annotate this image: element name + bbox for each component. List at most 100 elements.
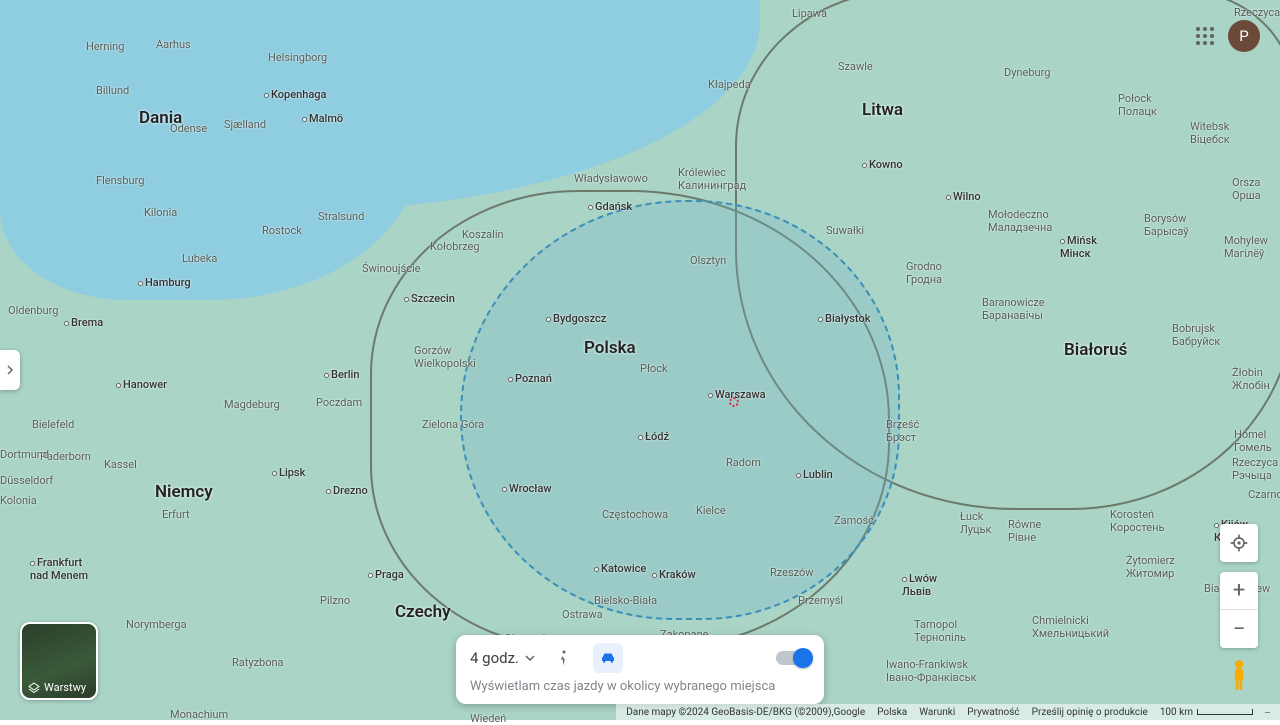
city-label: Rostock — [262, 224, 302, 237]
isochrone-area — [460, 200, 900, 620]
mode-walk-button[interactable] — [549, 643, 579, 673]
city-label: Szawle — [838, 60, 873, 73]
city-label: Sjælland — [224, 118, 266, 131]
country-label: Polska — [584, 338, 636, 358]
city-label: Odense — [170, 122, 207, 135]
city-label: Drezno — [326, 484, 368, 497]
city-label: Lublin — [796, 468, 833, 481]
city-label: Łuck Луцьк — [960, 510, 991, 536]
city-label: Rzeczyca Рэчыца — [1232, 456, 1278, 482]
chevron-right-icon — [5, 365, 15, 375]
city-label: Dortmund — [0, 448, 49, 461]
zoom-out-button[interactable]: − — [1220, 610, 1258, 648]
chevron-down-icon — [525, 655, 535, 661]
zoom-in-button[interactable]: + — [1220, 572, 1258, 610]
city-label: Stralsund — [318, 210, 364, 223]
city-label: Brema — [64, 316, 103, 329]
city-label: Helsingborg — [268, 51, 327, 64]
city-label: Rzeszów — [770, 566, 814, 579]
footer-feedback-link[interactable]: Prześlij opinię o produkcie — [1032, 707, 1148, 718]
city-label: Białystok — [818, 312, 870, 325]
city-label: Ratyzbona — [232, 656, 284, 669]
city-label: Baranowicze Баранавічы — [982, 296, 1045, 322]
city-label: Pilzno — [320, 594, 350, 607]
city-label: Frankfurt nad Menem — [30, 556, 88, 582]
city-label: Orsza Орша — [1232, 176, 1261, 202]
city-label: Lipawa — [792, 7, 827, 20]
country-label: Litwa — [862, 100, 903, 120]
city-label: Rzeczyca — [1234, 6, 1280, 19]
travel-time-toggle[interactable] — [776, 651, 810, 665]
city-label: Kielce — [696, 504, 726, 517]
city-label: Witebsk Віцебск — [1190, 120, 1230, 146]
city-label: Praga — [368, 568, 404, 581]
city-label: Zamość — [834, 514, 874, 527]
city-label: Tarnopol Тернопіль — [914, 618, 966, 644]
expand-side-panel-button[interactable] — [0, 350, 20, 390]
country-label: Czechy — [395, 602, 451, 622]
city-label: Lubeka — [182, 252, 217, 265]
city-label: Kilonia — [144, 206, 177, 219]
walk-icon — [555, 649, 573, 667]
city-label: Świnoujście — [362, 262, 420, 275]
city-label: Radom — [726, 456, 761, 469]
city-label: Monachium — [170, 708, 228, 721]
city-label: Lwów Львів — [902, 572, 937, 598]
city-label: Lipsk — [272, 466, 305, 479]
city-label: Suwałki — [826, 224, 864, 237]
layers-icon — [28, 682, 40, 694]
country-label: Niemcy — [155, 482, 213, 502]
city-label: Mołodeczno Маладзечна — [988, 208, 1052, 234]
city-label: Hanower — [116, 378, 167, 391]
city-label: Warszawa — [708, 388, 766, 401]
city-label: Norymberga — [126, 618, 187, 631]
car-icon — [599, 649, 617, 667]
city-label: Połock Полацк — [1118, 92, 1157, 118]
country-label: Białoruś — [1064, 340, 1127, 360]
city-label: Billund — [96, 84, 129, 97]
travel-time-card: 4 godz. Wyświetlam czas jazdy w okolicy … — [456, 635, 824, 704]
city-label: Poznań — [508, 372, 552, 385]
footer-privacy-link[interactable]: Prywatność — [967, 707, 1019, 718]
city-label: Ostrawa — [562, 608, 603, 621]
my-location-button[interactable] — [1220, 524, 1258, 562]
city-label: Iwano-Frankiwsk Івано-Франківськ — [886, 658, 977, 684]
city-label: Aarhus — [156, 38, 191, 51]
crosshair-icon — [1229, 533, 1249, 553]
city-label: Brześć Брэст — [886, 418, 919, 444]
map-canvas[interactable]: // placeholder; actual rendering below D… — [0, 0, 1280, 720]
city-label: Łódź — [638, 430, 669, 443]
city-label: Władysławowo — [574, 172, 648, 185]
city-label: Szczecin — [404, 292, 455, 305]
city-label: Magdeburg — [224, 398, 280, 411]
map-footer: Dane mapy ©2024 GeoBasis-DE/BKG (©2009),… — [616, 704, 1280, 720]
city-label: Bielsko-Biała — [594, 594, 657, 607]
city-label: Düsseldorf — [0, 474, 53, 487]
city-label: Wiedeń — [470, 712, 506, 725]
city-label: Malmö — [302, 112, 343, 125]
footer-country[interactable]: Polska — [877, 707, 907, 718]
footer-terms-link[interactable]: Warunki — [919, 707, 955, 718]
city-label: Kowno — [862, 158, 903, 171]
city-label: Kassel — [104, 458, 137, 471]
city-label: Kraków — [652, 568, 696, 581]
account-avatar[interactable]: P — [1228, 20, 1260, 52]
city-label: Kolonia — [0, 494, 37, 507]
city-label: Dyneburg — [1004, 66, 1050, 79]
pegman-icon[interactable] — [1225, 658, 1253, 692]
city-label: Zielona Góra — [422, 418, 484, 431]
city-label: Przemyśl — [798, 594, 843, 607]
apps-icon[interactable] — [1196, 27, 1214, 45]
time-dropdown[interactable]: 4 godz. — [470, 649, 535, 667]
city-label: Bydgoszcz — [546, 312, 606, 325]
city-label: Żłobin Жлобін — [1232, 366, 1270, 392]
layers-button[interactable]: Warstwy — [20, 622, 98, 700]
city-label: Wrocław — [502, 482, 552, 495]
city-label: Oldenburg — [8, 304, 58, 317]
layers-label: Warstwy — [44, 681, 86, 694]
city-label: Żytomierz Житомир — [1126, 554, 1175, 580]
city-label: Katowice — [594, 562, 646, 575]
city-label: Czarnobyl — [1248, 488, 1280, 501]
mode-drive-button[interactable] — [593, 643, 623, 673]
city-label: Częstochowa — [602, 508, 668, 521]
